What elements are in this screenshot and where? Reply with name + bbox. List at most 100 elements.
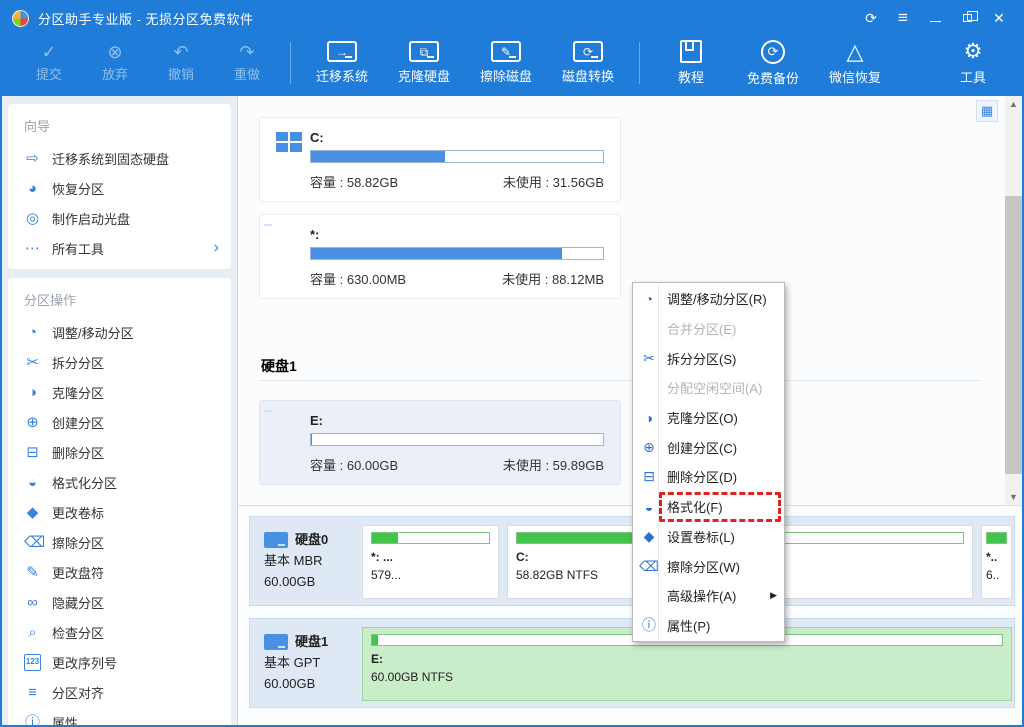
restore-icon — [963, 14, 972, 22]
sidebar-item-delete[interactable]: ⊟ 删除分区 — [8, 437, 231, 467]
close-button[interactable]: ✕ — [986, 7, 1012, 29]
usage-bar — [310, 247, 604, 260]
scroll-down-icon[interactable]: ▼ — [1005, 489, 1022, 505]
clone-partition-icon: ◑ — [24, 384, 41, 401]
sidebar-item-align[interactable]: ≡ 分区对齐 — [8, 677, 231, 707]
volume-name: C: — [310, 130, 604, 145]
sidebar-item-hide[interactable]: ∞ 隐藏分区 — [8, 587, 231, 617]
partition-ops-section: 分区操作 ◔ 调整/移动分区 ✂ 拆分分区 ◑ 克隆分区 ⊕ 创建分区 — [8, 278, 231, 725]
commit-button[interactable]: ✓ 提交 — [16, 43, 82, 83]
vertical-scrollbar[interactable]: ▲ ▼ — [1005, 96, 1022, 505]
volume-card-star[interactable]: *: 容量 : 630.00MB 未使用 : 88.12MB — [259, 214, 621, 299]
migrate-drive-icon: → — [327, 41, 357, 62]
menu-item-delete[interactable]: ⊟ 删除分区(D) — [633, 462, 784, 492]
resize-move-icon: ◔ — [24, 324, 41, 341]
free-backup-button[interactable]: ⟳ 免费备份 — [744, 40, 802, 87]
menu-icon[interactable]: ≡ — [890, 7, 916, 29]
scrollbar-thumb[interactable] — [1005, 196, 1022, 474]
serial-number-icon: 123 — [24, 654, 41, 671]
check-partition-icon: ⌕ — [24, 624, 41, 641]
unused-label: 未使用 : 31.56GB — [503, 172, 604, 191]
context-menu: ◔ 调整/移动分区(R) 合并分区(E) ✂ 拆分分区(S) 分配空闲空间(A)… — [632, 282, 785, 642]
convert-disk-button[interactable]: ⟳ 磁盘转换 — [559, 41, 617, 85]
redo-button[interactable]: ↷ 重做 — [214, 43, 280, 83]
resize-move-icon: ◔ — [639, 291, 659, 307]
app-logo-icon — [12, 10, 29, 27]
volume-card-c[interactable]: C: 容量 : 58.82GB 未使用 : 31.56GB — [259, 117, 621, 202]
sidebar-item-check[interactable]: ⌕ 检查分区 — [8, 617, 231, 647]
disk1-info[interactable]: 硬盘1 基本 GPT 60.00GB — [250, 619, 360, 707]
usage-bar — [310, 433, 604, 446]
clone-partition-icon: ◑ — [639, 410, 659, 426]
sidebar-item-change-letter[interactable]: ✎ 更改盘符 — [8, 557, 231, 587]
wizard-section: 向导 ⇨ 迁移系统到固态硬盘 ◕ 恢复分区 ◎ 制作启动光盘 ⋯ 所有工具 › — [8, 104, 231, 269]
sidebar-item-properties[interactable]: ⓘ 属性 — [8, 707, 231, 725]
bootable-disc-icon: ◎ — [24, 210, 41, 227]
menu-item-create[interactable]: ⊕ 创建分区(C) — [633, 432, 784, 462]
capacity-label: 容量 : 58.82GB — [310, 172, 398, 191]
disk-scheme: 基本 MBR — [264, 550, 360, 571]
wrench-icon: ⚙ — [964, 40, 983, 63]
info-icon: ⓘ — [24, 714, 41, 726]
tools-button[interactable]: ⚙ 工具 — [944, 40, 1002, 86]
sidebar-item-all-tools[interactable]: ⋯ 所有工具 › — [8, 233, 231, 263]
disk-scheme: 基本 GPT — [264, 652, 360, 673]
disk-map-panel: 硬盘0 基本 MBR 60.00GB *: ... 579... C: 58.8… — [238, 506, 1022, 725]
delete-partition-icon: ⊟ — [639, 468, 659, 485]
undo-icon: ↶ — [173, 43, 188, 61]
triangle-logo-icon: △ — [847, 40, 864, 63]
migrate-ssd-icon: ⇨ — [24, 150, 41, 167]
menu-item-format[interactable]: ◒ 格式化(F) — [633, 492, 784, 522]
minimize-button[interactable] — [922, 7, 948, 29]
partition-block-small[interactable]: *.. 6.. — [981, 525, 1012, 599]
sidebar-item-format[interactable]: ◒ 格式化分区 — [8, 467, 231, 497]
all-tools-icon: ⋯ — [24, 240, 41, 257]
sidebar-item-change-label[interactable]: ◆ 更改卷标 — [8, 497, 231, 527]
section-title-wizard: 向导 — [8, 112, 231, 143]
menu-item-resize-move[interactable]: ◔ 调整/移动分区(R) — [633, 284, 784, 314]
migrate-system-button[interactable]: → 迁移系统 — [313, 41, 371, 85]
menu-item-clone[interactable]: ◑ 克隆分区(O) — [633, 403, 784, 433]
sidebar-item-create[interactable]: ⊕ 创建分区 — [8, 407, 231, 437]
toolbar-divider — [639, 42, 640, 84]
sidebar-item-resize-move[interactable]: ◔ 调整/移动分区 — [8, 317, 231, 347]
view-toggle-button[interactable]: ▦ — [976, 100, 998, 122]
sidebar-item-clone[interactable]: ◑ 克隆分区 — [8, 377, 231, 407]
wipe-disk-button[interactable]: ✎ 擦除磁盘 — [477, 41, 535, 85]
volume-card-e[interactable]: E: 容量 : 60.00GB 未使用 : 59.89GB — [259, 400, 621, 485]
menu-item-allocate-free-space: 分配空闲空间(A) — [633, 373, 784, 403]
menu-item-split[interactable]: ✂ 拆分分区(S) — [633, 343, 784, 373]
discard-button[interactable]: ⊗ 放弃 — [82, 43, 148, 83]
undo-button[interactable]: ↶ 撤销 — [148, 43, 214, 83]
sidebar-item-change-serial[interactable]: 123 更改序列号 — [8, 647, 231, 677]
scroll-up-icon[interactable]: ▲ — [1005, 96, 1022, 112]
info-icon: ⓘ — [639, 615, 659, 635]
disk0-info[interactable]: 硬盘0 基本 MBR 60.00GB — [250, 517, 360, 605]
tutorial-button[interactable]: 教程 — [662, 40, 720, 86]
sidebar-item-wipe[interactable]: ⌫ 擦除分区 — [8, 527, 231, 557]
sidebar-item-bootable-media[interactable]: ◎ 制作启动光盘 — [8, 203, 231, 233]
hide-partition-icon: ∞ — [24, 594, 41, 611]
title-bar: 分区助手专业版 - 无损分区免费软件 ⟳ ≡ ✕ — [2, 2, 1022, 34]
wechat-recovery-button[interactable]: △ 微信恢复 — [826, 40, 884, 86]
refresh-icon[interactable]: ⟳ — [858, 7, 884, 29]
drive-letter-icon: ✎ — [24, 564, 41, 581]
partition-block-star[interactable]: *: ... 579... — [362, 525, 499, 599]
recover-partition-icon: ◕ — [24, 180, 41, 197]
sidebar-item-migrate-to-ssd[interactable]: ⇨ 迁移系统到固态硬盘 — [8, 143, 231, 173]
maximize-button[interactable] — [954, 7, 980, 29]
clone-disk-button[interactable]: ⧉ 克隆硬盘 — [395, 41, 453, 85]
sidebar-item-split[interactable]: ✂ 拆分分区 — [8, 347, 231, 377]
capacity-label: 容量 : 60.00GB — [310, 455, 398, 474]
volume-name: E: — [310, 413, 604, 428]
divider — [259, 380, 981, 381]
menu-item-set-label[interactable]: ◆ 设置卷标(L) — [633, 522, 784, 552]
wipe-partition-icon: ⌫ — [24, 534, 41, 551]
menu-item-advanced[interactable]: 高级操作(A) ▶ — [633, 581, 784, 611]
sidebar-item-recover-partition[interactable]: ◕ 恢复分区 — [8, 173, 231, 203]
clone-drive-icon: ⧉ — [409, 41, 439, 62]
wipe-partition-icon: ⌫ — [639, 558, 659, 575]
usage-bar — [310, 150, 604, 163]
menu-item-properties[interactable]: ⓘ 属性(P) — [633, 611, 784, 641]
menu-item-wipe[interactable]: ⌫ 擦除分区(W) — [633, 551, 784, 581]
